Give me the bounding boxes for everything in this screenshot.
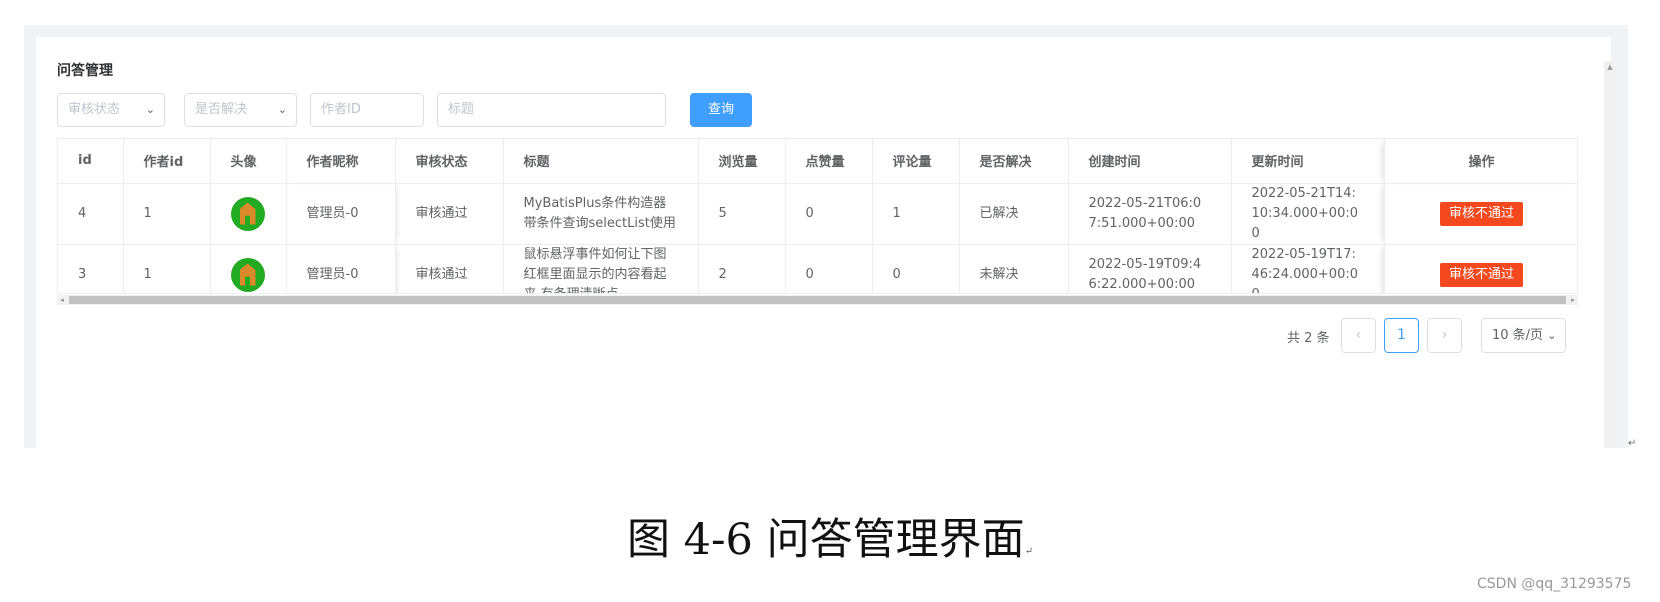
cell-actions: 审核不通过 <box>1384 183 1577 245</box>
cell-comments: 0 <box>872 244 960 293</box>
col-avatar: 头像 <box>210 139 287 184</box>
reject-audit-button[interactable]: 审核不通过 <box>1439 201 1523 226</box>
cell-created: 2022-05-21T06:07:51.000+00:00 <box>1068 183 1232 245</box>
col-author-id: 作者id <box>123 139 211 184</box>
cell-avatar <box>210 183 287 245</box>
reject-audit-button[interactable]: 审核不通过 <box>1439 262 1523 287</box>
col-comments: 评论量 <box>872 139 960 184</box>
return-mark-icon: ↵ <box>1024 546 1033 557</box>
chevron-down-icon: ⌄ <box>1547 329 1557 342</box>
cell-actions: 审核不通过 <box>1384 244 1577 293</box>
cell-id: 3 <box>58 244 124 293</box>
col-nickname: 作者昵称 <box>286 139 396 184</box>
col-audit-status: 审核状态 <box>395 139 504 184</box>
table-header: id 作者id 头像 作者昵称 审核状态 标题 浏览量 点赞量 评论量 是否解决… <box>58 139 1577 184</box>
query-button[interactable]: 查询 <box>690 93 752 127</box>
col-title: 标题 <box>503 139 699 184</box>
col-likes: 点赞量 <box>785 139 873 184</box>
cell-nickname: 管理员-0 <box>286 183 396 245</box>
resolved-placeholder: 是否解决 <box>195 102 248 117</box>
cell-likes: 0 <box>785 183 873 245</box>
chevron-down-icon: ⌄ <box>145 103 155 116</box>
cell-title: 鼠标悬浮事件如何让下图红框里面显示的内容看起来 有条理清晰点 <box>503 244 699 293</box>
author-id-placeholder: 作者ID <box>321 102 361 117</box>
qa-table: id 作者id 头像 作者昵称 审核状态 标题 浏览量 点赞量 评论量 是否解决… <box>57 138 1578 294</box>
col-created: 创建时间 <box>1068 139 1232 184</box>
table-row: 3 1 管理员-0 审核通过 鼠标悬浮事件如何让下图红框里面显示的内容看起来 有… <box>58 244 1577 293</box>
cell-views: 5 <box>698 183 786 245</box>
cell-likes: 0 <box>785 244 873 293</box>
return-mark-icon: ↵ <box>1628 438 1637 449</box>
cell-author-id: 1 <box>123 183 211 245</box>
avatar <box>230 257 265 292</box>
chevron-down-icon: ⌄ <box>277 103 287 116</box>
author-id-input[interactable]: 作者ID <box>310 93 424 127</box>
col-views: 浏览量 <box>698 139 786 184</box>
vertical-scrollbar[interactable]: ▲ <box>1604 61 1616 448</box>
page-number-button[interactable]: 1 <box>1384 318 1419 353</box>
cell-created: 2022-05-19T09:46:22.000+00:00 <box>1068 244 1232 293</box>
scroll-right-icon[interactable]: ▸ <box>1568 295 1578 305</box>
page-size-select[interactable]: 10 条/页 ⌄ <box>1481 318 1566 353</box>
avatar <box>230 196 265 231</box>
title-placeholder: 标题 <box>448 102 475 117</box>
cell-resolved: 未解决 <box>959 244 1069 293</box>
cell-updated: 2022-05-21T14:10:34.000+00:00 <box>1231 183 1385 245</box>
horizontal-scrollbar[interactable]: ◂ ▸ <box>57 295 1578 305</box>
scroll-up-icon[interactable]: ▲ <box>1604 61 1616 73</box>
cell-author-id: 1 <box>123 244 211 293</box>
audit-status-select[interactable]: 审核状态 ⌄ <box>57 93 165 127</box>
title-input[interactable]: 标题 <box>437 93 666 127</box>
cell-audit-status: 审核通过 <box>395 183 504 245</box>
col-actions: 操作 <box>1384 139 1577 184</box>
figure-caption: 图 4-6 问答管理界面↵ <box>0 505 1660 567</box>
caption-text: 图 4-6 问答管理界面 <box>627 515 1025 565</box>
cell-avatar <box>210 244 287 293</box>
cell-updated: 2022-05-19T17:46:24.000+00:00 <box>1231 244 1385 293</box>
resolved-select[interactable]: 是否解决 ⌄ <box>184 93 297 127</box>
scroll-left-icon[interactable]: ◂ <box>57 295 67 305</box>
page-size-label: 10 条/页 <box>1492 328 1544 343</box>
cell-nickname: 管理员-0 <box>286 244 396 293</box>
page-title: 问答管理 <box>57 63 113 79</box>
col-resolved: 是否解决 <box>959 139 1069 184</box>
cell-comments: 1 <box>872 183 960 245</box>
watermark: CSDN @qq_31293575 <box>1477 576 1632 592</box>
cell-views: 2 <box>698 244 786 293</box>
col-updated: 更新时间 <box>1231 139 1385 184</box>
cell-resolved: 已解决 <box>959 183 1069 245</box>
col-id: id <box>58 139 124 184</box>
next-page-button[interactable]: › <box>1427 318 1462 353</box>
audit-status-placeholder: 审核状态 <box>68 102 121 117</box>
prev-page-button[interactable]: ‹ <box>1341 318 1376 353</box>
cell-title: MyBatisPlus条件构造器带条件查询selectList使用 <box>503 183 699 245</box>
pagination-total: 共 2 条 <box>1287 331 1330 346</box>
scrollbar-thumb[interactable] <box>69 296 1566 304</box>
cell-audit-status: 审核通过 <box>395 244 504 293</box>
table-row: 4 1 管理员-0 审核通过 MyBatisPlus条件构造器带条件查询sele… <box>58 183 1577 245</box>
cell-id: 4 <box>58 183 124 245</box>
